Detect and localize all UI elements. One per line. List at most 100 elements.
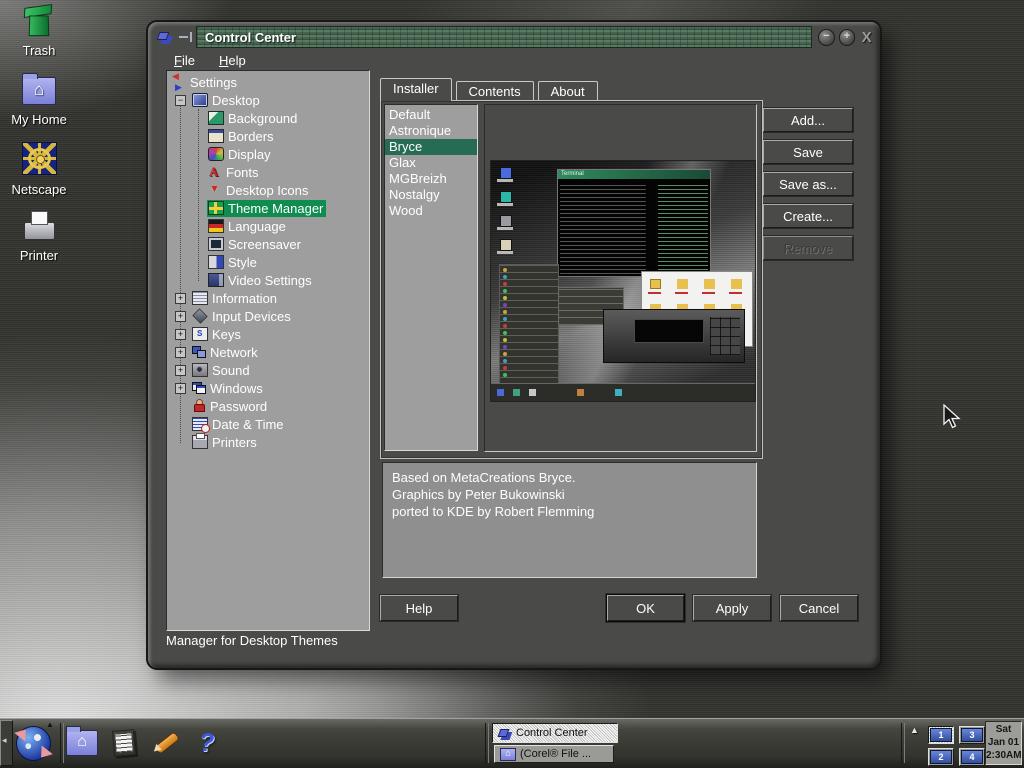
clock-day: Sat <box>986 723 1021 736</box>
panel-hide-handle[interactable] <box>0 720 13 766</box>
clock[interactable]: Sat Jan 01 2:30AM <box>985 721 1022 765</box>
tree-item-display[interactable]: Display <box>167 145 369 163</box>
theme-manager-icon <box>208 201 224 215</box>
theme-item-wood[interactable]: Wood <box>385 203 477 219</box>
preview-kmenu <box>499 264 559 392</box>
task-corel-file[interactable]: (Corel® File ... <box>494 745 614 763</box>
tree-item-password[interactable]: Password <box>167 397 369 415</box>
window-buttons: −+X <box>818 29 874 46</box>
save-button[interactable]: Save <box>763 140 853 164</box>
desktop-icon-label: Printer <box>0 248 78 263</box>
launcher-taskbar-home-icon[interactable] <box>66 730 98 756</box>
help-button[interactable]: Help <box>380 595 458 621</box>
pager-popup-arrow-icon[interactable] <box>910 725 919 735</box>
tree-item-label: Keys <box>212 327 241 342</box>
mouse-cursor <box>943 404 963 432</box>
system-menu-icon[interactable] <box>158 31 173 43</box>
clock-time: 2:30AM <box>986 749 1021 762</box>
theme-item-default[interactable]: Default <box>385 107 477 123</box>
style-icon <box>208 255 224 269</box>
cancel-button[interactable]: Cancel <box>780 595 858 621</box>
tree-item-input-devices[interactable]: + Input Devices <box>167 307 369 325</box>
pencil-icon <box>150 728 182 758</box>
taskbar-home-icon <box>66 730 98 756</box>
task-control-center[interactable]: Control Center <box>492 723 618 743</box>
kmenu-globe-icon <box>16 726 51 761</box>
launcher-pencil-icon[interactable] <box>150 728 182 758</box>
desktop-icons: Trash My Home Netscape Printer <box>0 4 78 280</box>
desktop-icon-my-home[interactable]: My Home <box>0 73 78 125</box>
expander-plus-icon[interactable]: + <box>175 329 186 340</box>
launcher-help-icon[interactable] <box>197 728 217 758</box>
pager-desktop-1[interactable]: 1 <box>928 726 954 744</box>
tree-item-label: Information <box>212 291 277 306</box>
tree-item-printers[interactable]: Printers <box>167 433 369 451</box>
desktop-icon-netscape[interactable]: Netscape <box>0 142 78 194</box>
expander-minus-icon[interactable]: − <box>175 95 186 106</box>
kmenu-popup-arrow-icon[interactable] <box>46 720 54 729</box>
expander-plus-icon[interactable]: + <box>175 383 186 394</box>
tree-item-sound[interactable]: + Sound <box>167 361 369 379</box>
printers-icon <box>192 435 208 449</box>
save-as-button[interactable]: Save as... <box>763 172 853 196</box>
tree-item-desktop[interactable]: −Desktop <box>167 91 369 109</box>
expander-plus-icon[interactable]: + <box>175 365 186 376</box>
panel-divider <box>485 723 489 763</box>
tree-item-label: Windows <box>210 381 263 396</box>
tree-item-background[interactable]: Background <box>167 109 369 127</box>
ok-button[interactable]: OK <box>607 595 684 621</box>
tree-item-label: Desktop Icons <box>226 183 308 198</box>
tree-item-settings[interactable]: Settings <box>167 73 369 91</box>
pager-desktop-3[interactable]: 3 <box>959 726 985 744</box>
tree-item-screensaver[interactable]: Screensaver <box>167 235 369 253</box>
tree-item-information[interactable]: + Information <box>167 289 369 307</box>
pin-icon[interactable] <box>178 31 193 43</box>
add-button[interactable]: Add... <box>763 108 853 132</box>
theme-item-glax[interactable]: Glax <box>385 155 477 171</box>
window-title: Control Center <box>197 30 296 45</box>
titlebar[interactable]: Control Center −+X <box>154 26 874 48</box>
create-button[interactable]: Create... <box>763 204 853 228</box>
tree-item-windows[interactable]: + Windows <box>167 379 369 397</box>
maximize-button[interactable]: + <box>839 29 856 46</box>
desktop-icon-trash[interactable]: Trash <box>0 4 78 56</box>
minimize-button[interactable]: − <box>818 29 835 46</box>
pager-desktop-4[interactable]: 4 <box>959 748 985 766</box>
tree-item-theme-manager[interactable]: Theme Manager <box>167 199 369 217</box>
desktop-icon-printer[interactable]: Printer <box>0 211 78 263</box>
theme-item-nostalgy[interactable]: Nostalgy <box>385 187 477 203</box>
launcher-notes-icon[interactable] <box>113 730 135 756</box>
expander-plus-icon[interactable]: + <box>175 311 186 322</box>
preview-terminal-title: Terminal <box>561 171 584 177</box>
tree-item-language[interactable]: Language <box>167 217 369 235</box>
tab-installer[interactable]: Installer <box>380 78 452 101</box>
close-button[interactable]: X <box>859 30 874 45</box>
tree-item-date-time[interactable]: Date & Time <box>167 415 369 433</box>
apply-button[interactable]: Apply <box>693 595 771 621</box>
launcher-kmenu-globe-icon[interactable] <box>16 726 51 761</box>
tab-contents[interactable]: Contents <box>456 81 534 101</box>
pager-desktop-number: 1 <box>930 728 952 742</box>
tree-item-network[interactable]: +Network <box>167 343 369 361</box>
menu-help[interactable]: Help <box>219 53 246 68</box>
tree-item-style[interactable]: Style <box>167 253 369 271</box>
theme-item-bryce[interactable]: Bryce <box>385 139 477 155</box>
tab-about[interactable]: About <box>538 81 598 101</box>
tree-item-fonts[interactable]: Fonts <box>167 163 369 181</box>
theme-item-mgbreizh[interactable]: MGBreizh <box>385 171 477 187</box>
tree-item-video-settings[interactable]: Video Settings <box>167 271 369 289</box>
expander-plus-icon[interactable]: + <box>175 293 186 304</box>
information-icon <box>192 291 208 305</box>
theme-item-astronique[interactable]: Astronique <box>385 123 477 139</box>
tree-item-label: Input Devices <box>212 309 291 324</box>
tree-item-borders[interactable]: Borders <box>167 127 369 145</box>
expander-plus-icon[interactable]: + <box>175 347 186 358</box>
tree-item-label: Sound <box>212 363 250 378</box>
tree-item-desktop-icons[interactable]: Desktop Icons <box>167 181 369 199</box>
titlebar-stripes[interactable]: Control Center <box>196 26 812 48</box>
tree-item-label: Style <box>228 255 257 270</box>
menu-file[interactable]: File <box>174 53 195 68</box>
tree-item-keys[interactable]: + Keys <box>167 325 369 343</box>
pager-desktop-2[interactable]: 2 <box>928 748 954 766</box>
panel-divider <box>901 723 905 763</box>
